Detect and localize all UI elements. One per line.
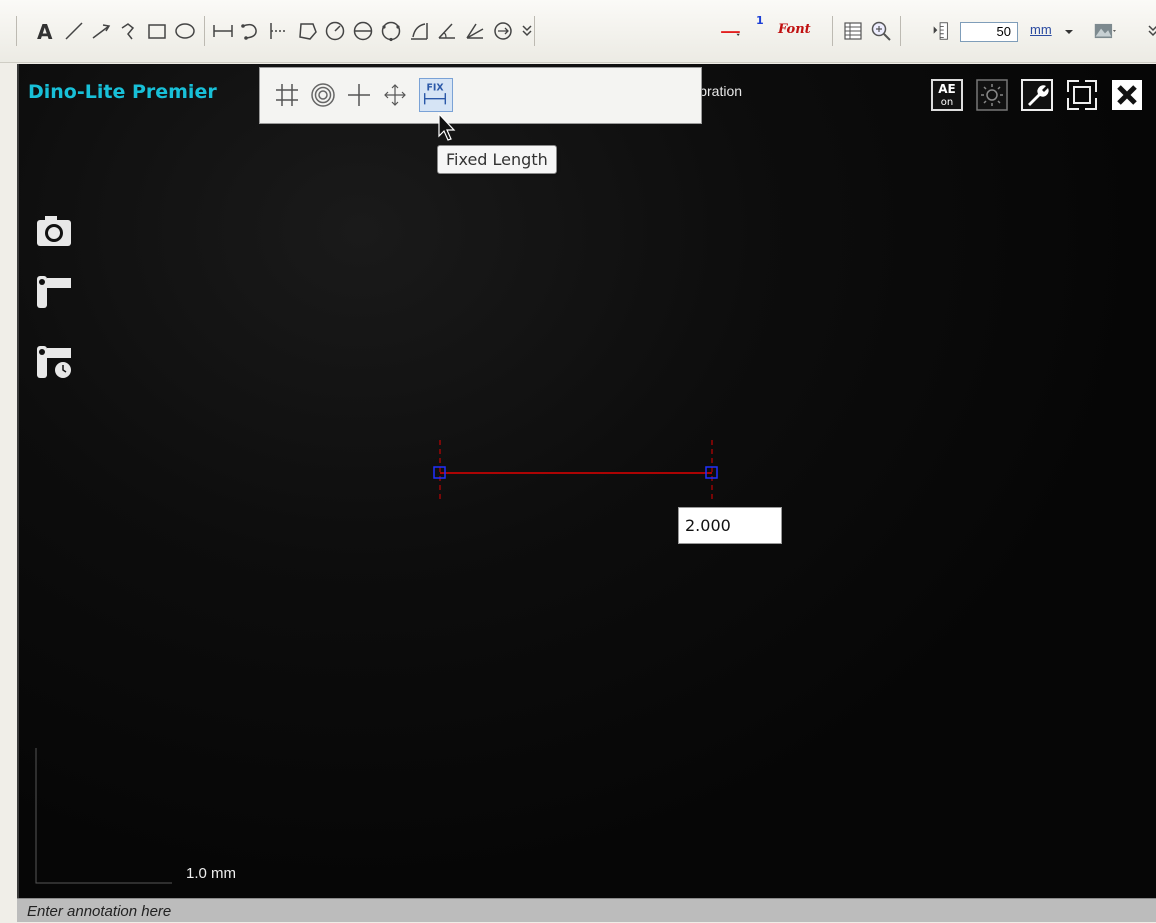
svg-text:A: A [37, 20, 53, 42]
camera-snapshot-icon[interactable] [33, 210, 75, 252]
polygon-icon[interactable] [296, 20, 318, 42]
curve-length-icon[interactable] [240, 20, 262, 42]
magnify-input[interactable]: 50 [960, 22, 1018, 42]
annotation-bar [17, 898, 1156, 923]
toolbar-separator [832, 16, 833, 46]
perpendicular-icon[interactable] [268, 20, 290, 42]
table-icon[interactable] [842, 20, 864, 42]
line-width-label: 1 [756, 14, 764, 27]
toolbar-separator [534, 16, 535, 46]
toolbar-separator [16, 16, 17, 46]
ruler-icon[interactable] [930, 20, 954, 42]
fixed-length-button[interactable]: FIX [419, 78, 453, 112]
unit-dropdown-chevron-icon[interactable] [1058, 20, 1073, 42]
ellipse-tool-icon[interactable] [174, 20, 196, 42]
angle-icon[interactable] [436, 20, 458, 42]
arrow-tool-icon[interactable] [90, 20, 112, 42]
font-button[interactable]: Font [778, 22, 811, 37]
fix-label: FIX [426, 82, 444, 93]
scale-bar-label: 1.0 mm [186, 865, 237, 882]
fullscreen-icon[interactable] [1065, 78, 1099, 112]
video-record-icon[interactable] [33, 270, 75, 312]
multi-angle-icon[interactable] [464, 20, 486, 42]
ae-label-bottom: on [941, 97, 953, 108]
app-title: Dino-Lite Premier [28, 81, 217, 103]
line-tool-icon[interactable] [63, 20, 85, 42]
text-tool-icon[interactable]: A [34, 20, 56, 42]
polyline-tool-icon[interactable] [118, 20, 140, 42]
drawing-toolbar: A 1 Font 50 mm [0, 0, 1156, 63]
three-point-circle-icon[interactable] [380, 20, 402, 42]
arc-icon[interactable] [408, 20, 430, 42]
live-view-canvas[interactable] [17, 64, 1156, 898]
auto-exposure-button[interactable]: AE on [930, 78, 964, 112]
crosshair-icon[interactable] [344, 80, 374, 110]
movable-crosshair-icon[interactable] [380, 80, 410, 110]
circle-distance-icon[interactable] [492, 20, 514, 42]
toolbar-separator [204, 16, 205, 46]
rectangle-tool-icon[interactable] [146, 20, 168, 42]
grid-icon[interactable] [272, 80, 302, 110]
horizontal-length-icon[interactable] [212, 20, 234, 42]
picture-settings-icon[interactable] [1094, 20, 1122, 42]
zoom-icon[interactable] [870, 20, 892, 42]
circle-diameter-icon[interactable] [352, 20, 374, 42]
mouse-cursor-icon [438, 112, 456, 141]
circle-radius-icon[interactable] [324, 20, 346, 42]
timelapse-record-icon[interactable] [33, 340, 75, 382]
toolbar-overflow-chevron-icon[interactable] [1142, 20, 1156, 42]
concentric-circles-icon[interactable] [308, 80, 338, 110]
close-icon[interactable] [1110, 78, 1144, 112]
tooltip-fixed-length: Fixed Length [437, 145, 557, 174]
line-color-button[interactable] [720, 20, 760, 42]
annotation-input[interactable] [17, 899, 1156, 923]
ae-label-top: AE [938, 82, 955, 96]
toolbar-separator [900, 16, 901, 46]
length-value-box[interactable]: 2.000 [678, 507, 782, 544]
more-tools-chevron-icon[interactable] [516, 20, 532, 42]
overlay-tools-popup: FIX [259, 67, 702, 124]
brightness-icon[interactable] [975, 78, 1009, 112]
settings-wrench-icon[interactable] [1020, 78, 1054, 112]
unit-select[interactable]: mm [1030, 22, 1052, 37]
